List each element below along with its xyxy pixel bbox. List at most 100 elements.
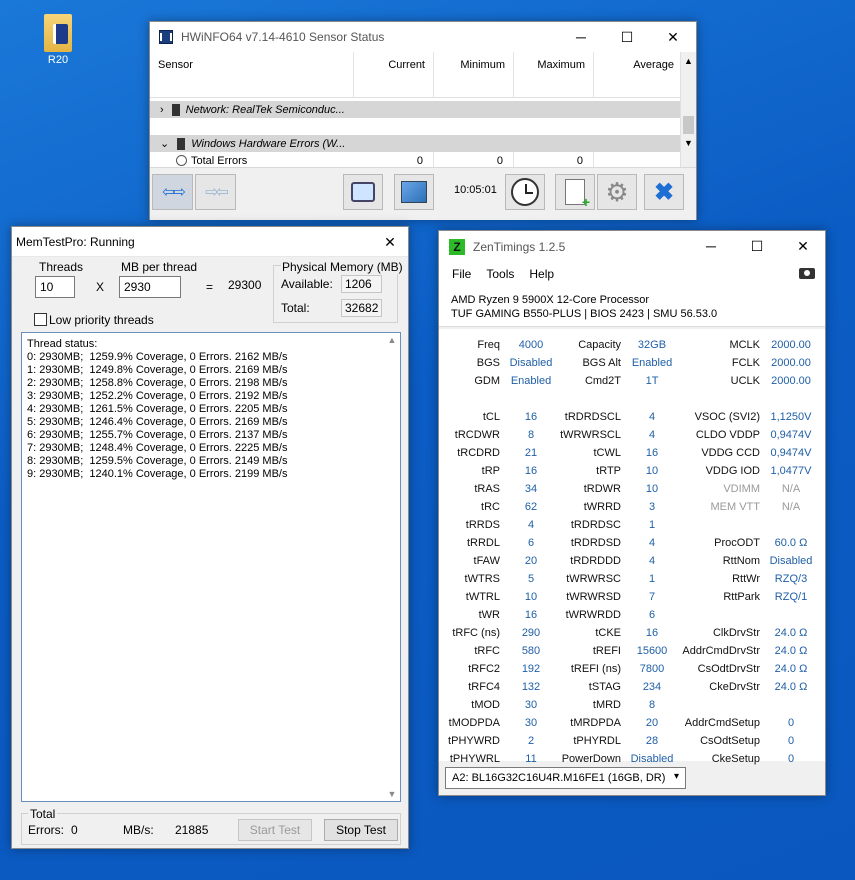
camera-icon[interactable] [799,268,815,279]
timing-value: 24.0 Ω [774,663,808,675]
mb-per-thread-input[interactable]: 2930 [119,276,181,298]
col-sensor[interactable]: Sensor [150,52,354,97]
timing-value: 16 [524,465,538,477]
close-button[interactable]: ✕ [372,227,408,257]
memtest-titlebar[interactable]: MemTestPro: Running ✕ [12,227,408,257]
timing-value: 8 [648,699,656,711]
timing-value: 0,9474V [770,429,812,441]
timing-label: tMOD [471,699,500,711]
close-button[interactable]: ✕ [780,231,826,261]
minimize-button[interactable]: ─ [558,22,604,52]
timing-label: tWR [478,609,500,621]
timing-label: RttPark [723,591,760,603]
timing-value: 2000.00 [771,357,811,369]
start-test-button[interactable]: Start Test [238,819,312,841]
minimize-button[interactable]: ─ [688,231,734,261]
col-maximum[interactable]: Maximum [514,52,594,97]
timing-value: 4 [648,555,656,567]
timing-value: 0 [787,717,795,729]
timing-value: 1 [648,519,656,531]
timing-label: tRRDS [465,519,500,531]
timing-label: CsOdtDrvStr [697,663,760,675]
timing-label: MEM VTT [710,501,761,513]
memtest-window: MemTestPro: Running ✕ Threads 10 X MB pe… [11,226,409,849]
timing-label: tRRDL [466,537,500,549]
zentimings-title: ZenTimings 1.2.5 [473,239,566,254]
timing-label: CLDO VDDP [695,429,760,441]
available-label: Available: [281,277,333,291]
timing-value: 32GB [637,339,667,351]
hwinfo-window: HWiNFO64 v7.14-4610 Sensor Status ─ ☐ ✕ … [149,21,697,220]
timing-value: 132 [521,681,541,693]
timing-value: 0 [787,735,795,747]
timing-value: RZQ/3 [774,573,808,585]
clock-button[interactable] [505,174,545,210]
timing-label: RttWr [732,573,760,585]
maximize-button[interactable]: ☐ [604,22,650,52]
timing-label: tPHYRDL [573,735,621,747]
timing-label: tCKE [595,627,621,639]
timing-value: Enabled [631,357,673,369]
timing-label: tRP [481,465,500,477]
stop-test-button[interactable]: Stop Test [324,819,398,841]
timing-value: 7800 [639,663,665,675]
timing-value: Disabled [630,753,674,765]
timing-label: tRFC4 [468,681,500,693]
desktop-icon-r20[interactable]: R20 [30,14,86,66]
settings-button[interactable]: ⚙ [597,174,637,210]
timing-label: ClkDrvStr [712,627,760,639]
timing-value: 20 [645,717,659,729]
timing-value: 16 [524,411,538,423]
low-priority-checkbox[interactable] [34,313,47,326]
timing-value: 10 [645,483,659,495]
timing-label: tRC [481,501,500,513]
prev-next-button[interactable]: ⇦⇨ [152,174,193,210]
zentimings-titlebar[interactable]: Z ZenTimings 1.2.5 ─ ☐ ✕ [439,231,825,262]
arrows-dim-icon: ⇨⇦ [205,184,229,201]
report-button[interactable] [343,174,383,210]
sensor-group-hw-errors[interactable]: ⌄ Windows Hardware Errors (W... [150,135,682,152]
equals-sign: = [206,280,214,294]
maximize-button[interactable]: ☐ [734,231,780,261]
timing-label: tRFC2 [468,663,500,675]
elapsed-time: 10:05:01 [454,184,497,196]
expand-chevron-icon[interactable]: › [160,104,164,116]
col-current[interactable]: Current [354,52,434,97]
collapse-chevron-icon[interactable]: ⌄ [160,137,169,150]
timing-label: tSTAG [588,681,621,693]
sensor-name: Network: RealTek Semiconduc... [185,103,345,116]
timing-value: 62 [524,501,538,513]
sensor-scrollbar[interactable]: ▲ ▼ [680,52,696,186]
dimm-select[interactable]: A2: BL16G32C16U4R.M16FE1 (16GB, DR) [445,767,686,789]
menu-tools[interactable]: Tools [486,267,514,281]
menu-help[interactable]: Help [529,267,554,281]
timing-value: 10 [524,591,538,603]
close-sensors-button[interactable]: ✖ [644,174,684,210]
menu-file[interactable]: File [452,267,471,281]
timing-label: tRTP [596,465,621,477]
timing-value: Disabled [509,357,553,369]
col-average[interactable]: Average [594,52,682,97]
thread-status-scrollbar[interactable]: ▲ ▼ [384,333,400,801]
sensor-group-network[interactable]: › Network: RealTek Semiconduc... [150,101,682,118]
timing-value: 6 [527,537,535,549]
col-minimum[interactable]: Minimum [434,52,514,97]
timing-label: MCLK [729,339,760,351]
thread-status-box[interactable]: Thread status: 0: 2930MB; 1259.9% Covera… [21,332,401,802]
timing-label: Cmd2T [584,375,621,387]
timing-value: 20 [524,555,538,567]
timing-value: 30 [524,717,538,729]
timing-label: tWRWRSD [566,591,621,603]
timing-value: 34 [524,483,538,495]
network-button[interactable] [394,174,434,210]
zentimings-logo-icon: Z [449,238,465,255]
hwinfo-titlebar[interactable]: HWiNFO64 v7.14-4610 Sensor Status ─ ☐ ✕ [150,22,696,52]
threads-input[interactable]: 10 [35,276,75,298]
timing-value: Disabled [769,555,813,567]
reset-view-button[interactable]: ⇨⇦ [195,174,236,210]
close-button[interactable]: ✕ [650,22,696,52]
add-log-button[interactable] [555,174,595,210]
timing-value: N/A [781,483,801,495]
timing-label: tRDRDSD [570,537,621,549]
timing-value: 2 [527,735,535,747]
